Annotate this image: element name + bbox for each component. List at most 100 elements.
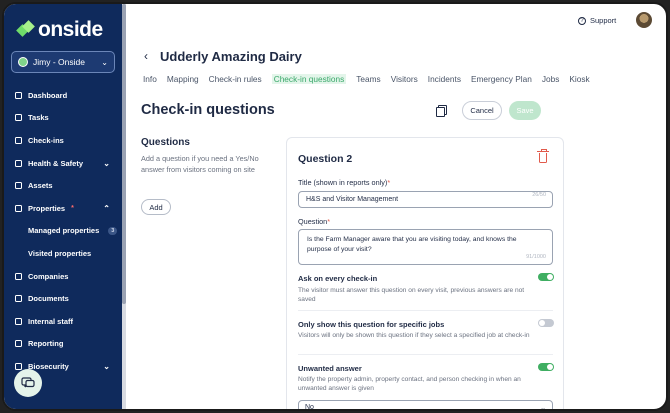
sidebar-item-label: Assets — [28, 181, 53, 191]
building-icon — [15, 272, 22, 280]
back-arrow-icon[interactable]: ‹ — [144, 49, 148, 63]
questions-heading: Questions — [141, 137, 190, 148]
title-field[interactable]: H&S and Visitor Management 26/50 — [298, 191, 553, 208]
logo-mark-icon — [18, 22, 34, 38]
question-textarea[interactable]: Is the Farm Manager aware that you are v… — [298, 229, 553, 265]
tab-mapping[interactable]: Mapping — [167, 74, 199, 84]
specific-jobs-title: Only show this question for specific job… — [298, 320, 445, 329]
question-card: Question 2 Title (shown in reports only)… — [286, 137, 564, 411]
sidebar-item-check-ins[interactable]: Check-ins — [4, 129, 122, 152]
cancel-button[interactable]: Cancel — [462, 101, 502, 120]
map-pin-icon — [15, 204, 22, 212]
questions-description: Add a question if you need a Yes/No answ… — [141, 154, 259, 174]
tab-check-in-rules[interactable]: Check-in rules — [209, 74, 262, 84]
sidebar-item-tasks[interactable]: Tasks — [4, 107, 122, 130]
toggle-knob — [547, 274, 553, 280]
copy-icon[interactable] — [436, 105, 447, 117]
alert-marker: * — [71, 204, 74, 212]
sidebar-item-dashboard[interactable]: Dashboard — [4, 84, 122, 107]
sidebar-scrollbar[interactable] — [122, 4, 126, 409]
sidebar-item-reporting[interactable]: Reporting — [4, 333, 122, 356]
chevron-down-icon: ⌄ — [103, 361, 110, 371]
chat-button[interactable] — [14, 369, 42, 397]
avatar[interactable] — [636, 12, 652, 28]
divider — [298, 310, 553, 311]
sidebar-item-label: Dashboard — [28, 90, 68, 100]
app-window: onside Jimy - Onside ⌄ Dashboard Tasks C… — [2, 2, 668, 411]
add-question-button[interactable]: Add — [141, 199, 171, 215]
unwanted-answer-value: No — [305, 404, 314, 411]
chevron-up-icon: ⌃ — [103, 203, 110, 213]
ask-every-checkin-toggle[interactable] — [538, 273, 554, 281]
question-char-count: 91/1000 — [526, 254, 546, 260]
chevron-down-icon: ⌄ — [101, 57, 108, 67]
sidebar-item-label: Internal staff — [28, 316, 74, 326]
tab-visitors[interactable]: Visitors — [391, 74, 418, 84]
document-icon — [15, 295, 22, 303]
sidebar-item-managed-properties[interactable]: Managed properties 3 — [4, 220, 122, 243]
section-title: Check-in questions — [141, 102, 275, 118]
tab-info[interactable]: Info — [143, 74, 157, 84]
sidebar-item-label: Visited properties — [28, 248, 92, 258]
sidebar-item-label: Documents — [28, 294, 69, 304]
specific-jobs-toggle[interactable] — [538, 319, 554, 327]
title-field-value: H&S and Visitor Management — [306, 196, 399, 203]
property-tabs: Info Mapping Check-in rules Check-in que… — [143, 74, 590, 84]
divider — [298, 354, 553, 355]
sidebar: onside Jimy - Onside ⌄ Dashboard Tasks C… — [4, 4, 122, 409]
sidebar-nav: Dashboard Tasks Check-ins Health & Safet… — [4, 84, 122, 378]
sidebar-item-health-safety[interactable]: Health & Safety ⌄ — [4, 152, 122, 175]
sidebar-item-properties[interactable]: Properties * ⌃ — [4, 197, 122, 220]
trash-icon[interactable] — [537, 149, 549, 163]
ask-every-checkin-description: The visitor must answer this question on… — [298, 287, 525, 304]
help-icon: ? — [578, 16, 586, 25]
sidebar-item-label: Reporting — [28, 339, 64, 349]
user-status-icon — [18, 57, 28, 67]
sidebar-item-internal-staff[interactable]: Internal staff — [4, 310, 122, 333]
shield-icon — [15, 159, 22, 167]
tab-check-in-questions[interactable]: Check-in questions — [271, 74, 347, 84]
question-textarea-value: Is the Farm Manager aware that you are v… — [307, 236, 517, 253]
sidebar-item-label: Tasks — [28, 113, 49, 123]
ask-every-checkin-title: Ask on every check-in — [298, 274, 378, 283]
tab-kiosk[interactable]: Kiosk — [569, 74, 589, 84]
sidebar-item-assets[interactable]: Assets — [4, 174, 122, 197]
staff-icon — [15, 317, 22, 325]
sidebar-item-companies[interactable]: Companies — [4, 265, 122, 288]
scrollbar-thumb[interactable] — [122, 4, 126, 304]
unwanted-answer-toggle[interactable] — [538, 363, 554, 371]
support-label: Support — [590, 16, 617, 25]
tab-teams[interactable]: Teams — [356, 74, 380, 84]
page-title: Udderly Amazing Dairy — [160, 49, 302, 64]
checkin-icon — [15, 136, 22, 144]
sidebar-item-label: Properties — [28, 203, 66, 213]
toggle-knob — [539, 320, 545, 326]
sidebar-item-documents[interactable]: Documents — [4, 287, 122, 310]
sidebar-item-label: Health & Safety — [28, 158, 84, 168]
biosecurity-icon — [15, 362, 22, 370]
tab-jobs[interactable]: Jobs — [542, 74, 560, 84]
checklist-icon — [15, 114, 22, 122]
sidebar-item-label: Companies — [28, 271, 69, 281]
chevron-down-icon: ⌄ — [103, 158, 110, 168]
toggle-knob — [547, 364, 553, 370]
unwanted-answer-select[interactable]: No ⌄ — [298, 400, 553, 411]
brand-name: onside — [38, 18, 103, 41]
questions-intro: Questions Add a question if you need a Y… — [141, 137, 261, 175]
assets-icon — [15, 182, 22, 190]
tab-incidents[interactable]: Incidents — [428, 74, 461, 84]
user-selector[interactable]: Jimy - Onside ⌄ — [11, 51, 115, 73]
brand-logo[interactable]: onside — [18, 18, 103, 42]
count-badge: 3 — [108, 226, 118, 235]
chat-icon — [21, 377, 35, 388]
sidebar-item-label: Managed properties — [28, 226, 100, 236]
tab-emergency-plan[interactable]: Emergency Plan — [471, 74, 532, 84]
user-selector-label: Jimy - Onside — [33, 57, 85, 67]
report-icon — [15, 340, 22, 348]
title-field-label: Title (shown in reports only)* — [298, 178, 391, 187]
sidebar-item-visited-properties[interactable]: Visited properties — [4, 242, 122, 265]
unwanted-answer-description: Notify the property admin, property cont… — [298, 376, 521, 393]
save-button[interactable]: Save — [509, 101, 541, 120]
specific-jobs-description: Visitors will only be shown this questio… — [298, 332, 530, 339]
support-link[interactable]: ? Support — [578, 16, 616, 25]
